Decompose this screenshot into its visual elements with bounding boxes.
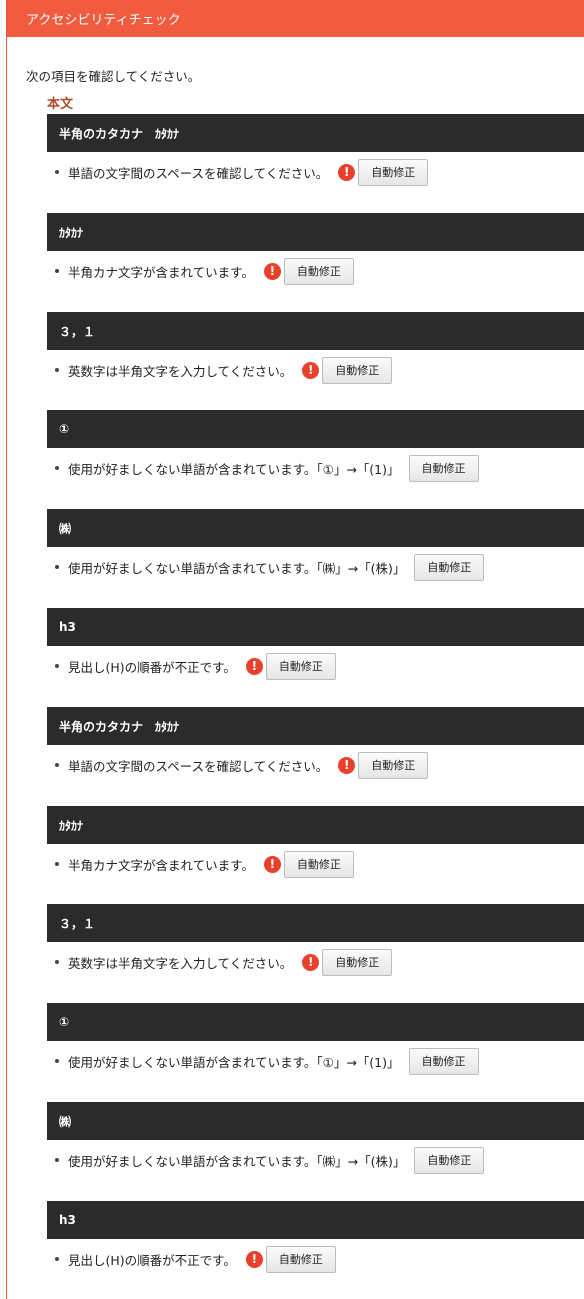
check-item-target: ① bbox=[47, 410, 584, 448]
check-item: ① 使用が好ましくない単語が含まれています。「①」→「(1)」 自動修正 bbox=[47, 1003, 584, 1081]
check-item: h3 見出し(H)の順番が不正です。! 自動修正 bbox=[47, 1201, 584, 1279]
check-item-message: 英数字は半角文字を入力してください。 bbox=[68, 363, 293, 379]
check-item-target-text: 半角のカタカナ ｶﾀｶﾅ bbox=[59, 719, 180, 734]
auto-fix-button[interactable]: 自動修正 bbox=[322, 356, 393, 384]
warning-icon: ! bbox=[263, 262, 281, 280]
warning-icon: ! bbox=[338, 163, 356, 181]
check-item-target-text: ３，１ bbox=[59, 324, 96, 339]
check-item-message: 半角カナ文字が含まれています。 bbox=[68, 264, 254, 280]
check-item: ｶﾀｶﾅ 半角カナ文字が含まれています。! 自動修正 bbox=[47, 213, 584, 291]
auto-fix-button[interactable]: 自動修正 bbox=[322, 948, 393, 976]
check-item-target: ㈱ bbox=[47, 509, 584, 547]
check-item-target-text: ㈱ bbox=[59, 521, 72, 536]
warning-icon: ! bbox=[338, 756, 356, 774]
check-item-target-text: ３，１ bbox=[59, 916, 96, 931]
check-item-target: ３，１ bbox=[47, 312, 584, 350]
auto-fix-button[interactable]: 自動修正 bbox=[283, 850, 354, 878]
check-item-target: 半角のカタカナ ｶﾀｶﾅ bbox=[47, 114, 584, 152]
check-item-message: 単語の文字間のスペースを確認してください。 bbox=[68, 165, 329, 181]
check-item-message: 見出し(H)の順番が不正です。 bbox=[68, 659, 236, 675]
check-item-result: 使用が好ましくない単語が含まれています。「㈱」→「(株)」 自動修正 bbox=[47, 547, 584, 587]
check-item-target-text: ｶﾀｶﾅ bbox=[59, 818, 84, 833]
warning-icon: ! bbox=[302, 953, 320, 971]
bullet-icon bbox=[55, 1158, 59, 1162]
check-item-result: 見出し(H)の順番が不正です。! 自動修正 bbox=[47, 646, 584, 686]
check-item-message: 使用が好ましくない単語が含まれています。「㈱」→「(株)」 bbox=[68, 1153, 406, 1169]
warning-icon: ! bbox=[245, 657, 263, 675]
check-item-target: ㈱ bbox=[47, 1102, 584, 1140]
bullet-icon bbox=[55, 269, 59, 273]
check-item-target: h3 bbox=[47, 1201, 584, 1239]
auto-fix-button[interactable]: 自動修正 bbox=[265, 652, 336, 680]
auto-fix-button[interactable]: 自動修正 bbox=[358, 158, 429, 186]
check-item-target: h3 bbox=[47, 608, 584, 646]
bullet-icon bbox=[55, 565, 59, 569]
check-item: ｶﾀｶﾅ 半角カナ文字が含まれています。! 自動修正 bbox=[47, 806, 584, 884]
check-item-message: 使用が好ましくない単語が含まれています。「①」→「(1)」 bbox=[68, 1054, 400, 1070]
check-item-message: 使用が好ましくない単語が含まれています。「①」→「(1)」 bbox=[68, 461, 400, 477]
accessibility-check-panel: アクセシビリティチェック 次の項目を確認してください。 本文 半角のカタカナ ｶ… bbox=[6, 0, 584, 1299]
check-item-target-text: h3 bbox=[59, 1213, 76, 1227]
check-item-result: 単語の文字間のスペースを確認してください。! 自動修正 bbox=[47, 745, 584, 785]
auto-fix-button[interactable]: 自動修正 bbox=[414, 1146, 485, 1174]
auto-fix-button[interactable]: 自動修正 bbox=[414, 553, 485, 581]
check-item-result: 半角カナ文字が含まれています。! 自動修正 bbox=[47, 251, 584, 291]
check-item-message: 英数字は半角文字を入力してください。 bbox=[68, 955, 293, 971]
check-item-target-text: h3 bbox=[59, 620, 76, 634]
check-item-result: 英数字は半角文字を入力してください。! 自動修正 bbox=[47, 942, 584, 982]
bullet-icon bbox=[55, 862, 59, 866]
check-item-result: 英数字は半角文字を入力してください。! 自動修正 bbox=[47, 350, 584, 390]
warning-icon: ! bbox=[245, 1250, 263, 1268]
check-item: ① 使用が好ましくない単語が含まれています。「①」→「(1)」 自動修正 bbox=[47, 410, 584, 488]
check-item-result: 使用が好ましくない単語が含まれています。「㈱」→「(株)」 自動修正 bbox=[47, 1140, 584, 1180]
check-item-result: 半角カナ文字が含まれています。! 自動修正 bbox=[47, 844, 584, 884]
check-item-result: 使用が好ましくない単語が含まれています。「①」→「(1)」 自動修正 bbox=[47, 1041, 584, 1081]
check-item-target: ３，１ bbox=[47, 904, 584, 942]
bullet-icon bbox=[55, 466, 59, 470]
warning-icon: ! bbox=[302, 361, 320, 379]
auto-fix-button[interactable]: 自動修正 bbox=[358, 751, 429, 779]
panel-header: アクセシビリティチェック bbox=[7, 0, 584, 37]
check-item: ３，１ 英数字は半角文字を入力してください。! 自動修正 bbox=[47, 312, 584, 390]
check-item-result: 単語の文字間のスペースを確認してください。! 自動修正 bbox=[47, 152, 584, 192]
bullet-icon bbox=[55, 1257, 59, 1261]
section-title: 本文 bbox=[47, 97, 74, 112]
bullet-icon bbox=[55, 170, 59, 174]
auto-fix-button[interactable]: 自動修正 bbox=[283, 257, 354, 285]
intro-text: 次の項目を確認してください。 bbox=[26, 69, 201, 84]
check-item-target: 半角のカタカナ ｶﾀｶﾅ bbox=[47, 707, 584, 745]
bullet-icon bbox=[55, 1059, 59, 1063]
check-item-target-text: ① bbox=[59, 1015, 70, 1029]
auto-fix-button[interactable]: 自動修正 bbox=[408, 1047, 479, 1075]
check-item-message: 単語の文字間のスペースを確認してください。 bbox=[68, 758, 329, 774]
check-item-message: 半角カナ文字が含まれています。 bbox=[68, 857, 254, 873]
check-item-target-text: ㈱ bbox=[59, 1114, 72, 1129]
bullet-icon bbox=[55, 664, 59, 668]
check-item: ㈱使用が好ましくない単語が含まれています。「㈱」→「(株)」 自動修正 bbox=[47, 509, 584, 587]
bullet-icon bbox=[55, 368, 59, 372]
warning-icon: ! bbox=[263, 855, 281, 873]
check-item-message: 使用が好ましくない単語が含まれています。「㈱」→「(株)」 bbox=[68, 560, 406, 576]
auto-fix-button[interactable]: 自動修正 bbox=[265, 1245, 336, 1273]
check-item: 半角のカタカナ ｶﾀｶﾅ 単語の文字間のスペースを確認してください。! 自動修正 bbox=[47, 707, 584, 785]
check-item-target: ｶﾀｶﾅ bbox=[47, 806, 584, 844]
check-item-result: 見出し(H)の順番が不正です。! 自動修正 bbox=[47, 1239, 584, 1279]
check-item: ㈱使用が好ましくない単語が含まれています。「㈱」→「(株)」 自動修正 bbox=[47, 1102, 584, 1180]
bullet-icon bbox=[55, 960, 59, 964]
bullet-icon bbox=[55, 763, 59, 767]
check-item-target: ｶﾀｶﾅ bbox=[47, 213, 584, 251]
check-item-target-text: ｶﾀｶﾅ bbox=[59, 225, 84, 240]
auto-fix-button[interactable]: 自動修正 bbox=[408, 454, 479, 482]
panel-title: アクセシビリティチェック bbox=[26, 13, 181, 28]
check-item-message: 見出し(H)の順番が不正です。 bbox=[68, 1252, 236, 1268]
check-item: ３，１ 英数字は半角文字を入力してください。! 自動修正 bbox=[47, 904, 584, 982]
check-item-target-text: 半角のカタカナ ｶﾀｶﾅ bbox=[59, 126, 180, 141]
check-item-result: 使用が好ましくない単語が含まれています。「①」→「(1)」 自動修正 bbox=[47, 448, 584, 488]
check-item: 半角のカタカナ ｶﾀｶﾅ 単語の文字間のスペースを確認してください。! 自動修正 bbox=[47, 114, 584, 192]
check-item-target-text: ① bbox=[59, 422, 70, 436]
check-item-target: ① bbox=[47, 1003, 584, 1041]
check-item: h3 見出し(H)の順番が不正です。! 自動修正 bbox=[47, 608, 584, 686]
